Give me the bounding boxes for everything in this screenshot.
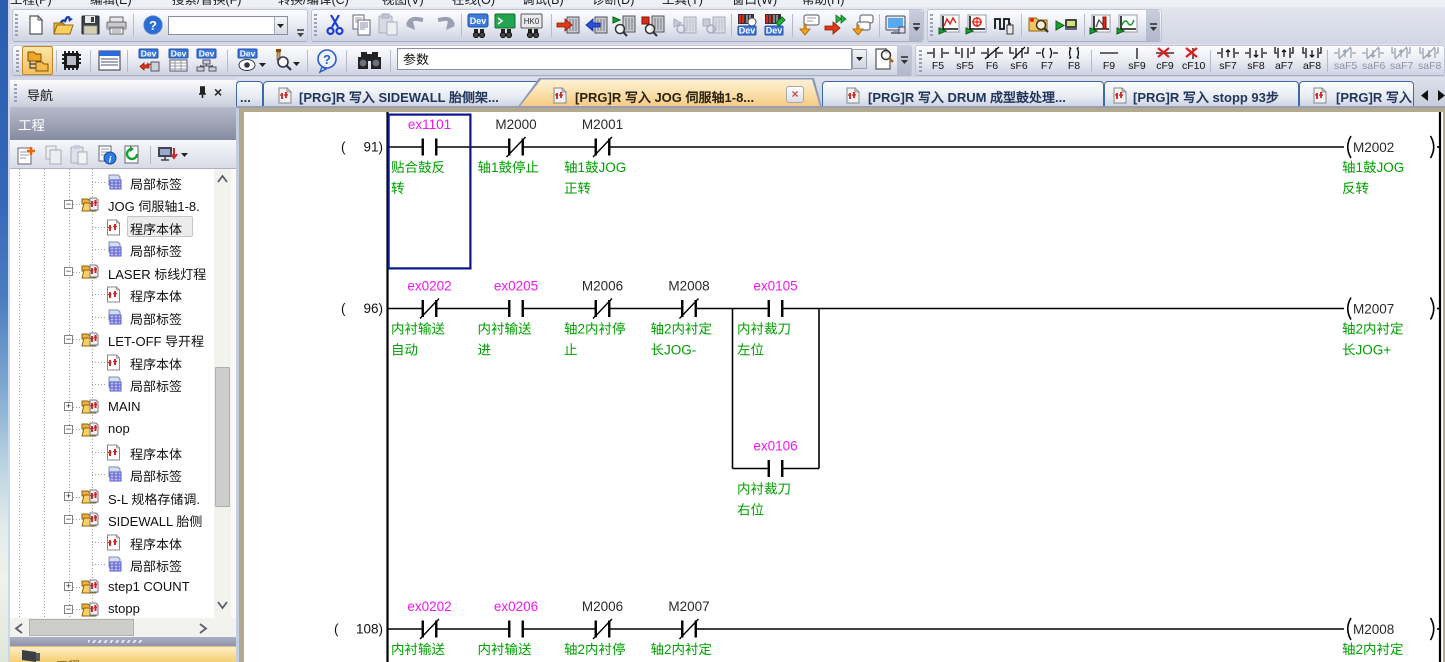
svg-text:内衬输送: 内衬输送 [391, 642, 445, 657]
svg-text:内衬输送: 内衬输送 [478, 322, 532, 337]
svg-text:M2008: M2008 [1353, 622, 1394, 637]
svg-text:轴2内衬定: 轴2内衬定 [1342, 642, 1404, 657]
svg-text:内衬裁刀: 内衬裁刀 [737, 322, 791, 337]
svg-text:M2008: M2008 [668, 279, 709, 294]
svg-text:进: 进 [478, 343, 492, 358]
svg-text:M2002: M2002 [1353, 140, 1394, 155]
svg-text:自动: 自动 [391, 343, 418, 358]
svg-text:108): 108) [356, 622, 383, 637]
svg-text:(: ( [334, 622, 339, 637]
svg-text:轴2内衬定: 轴2内衬定 [651, 322, 713, 337]
svg-text:M2001: M2001 [582, 117, 623, 132]
svg-text:M2006: M2006 [582, 599, 623, 614]
svg-text:反转: 反转 [1342, 181, 1369, 196]
svg-text:Dev: Dev [739, 26, 756, 36]
svg-text:轴1鼓JOG: 轴1鼓JOG [564, 160, 626, 175]
svg-text:ex0105: ex0105 [753, 279, 797, 294]
svg-text:Dev: Dev [199, 49, 215, 59]
svg-text:长JOG+: 长JOG+ [1342, 343, 1391, 358]
svg-text:(: ( [341, 140, 346, 155]
svg-text:ex0106: ex0106 [753, 439, 797, 454]
svg-text:96): 96) [363, 301, 383, 316]
svg-text:ex0206: ex0206 [494, 599, 538, 614]
svg-text:ex1101: ex1101 [408, 117, 451, 132]
svg-text:轴2内衬停: 轴2内衬停 [564, 642, 626, 657]
svg-text:轴1鼓JOG: 轴1鼓JOG [1342, 160, 1404, 175]
svg-text:Dev: Dev [141, 49, 157, 59]
svg-text:ex0202: ex0202 [407, 279, 451, 294]
svg-text:HK0: HK0 [524, 17, 540, 26]
svg-text:?: ? [149, 18, 157, 33]
svg-text:Dev: Dev [766, 26, 783, 36]
svg-text:左位: 左位 [737, 343, 764, 358]
svg-text:轴2内衬定: 轴2内衬定 [1342, 322, 1404, 337]
svg-text:Dev: Dev [240, 49, 256, 59]
svg-text:ex0205: ex0205 [494, 279, 538, 294]
svg-text:止: 止 [564, 343, 578, 358]
svg-text:轴2内衬停: 轴2内衬停 [564, 322, 626, 337]
svg-text:轴1鼓停止: 轴1鼓停止 [478, 160, 540, 175]
svg-text:轴2内衬定: 轴2内衬定 [651, 642, 713, 657]
svg-text:Dev: Dev [171, 49, 187, 59]
svg-text:91): 91) [363, 140, 383, 155]
svg-text:Dev: Dev [470, 16, 487, 26]
svg-text:贴合鼓反: 贴合鼓反 [391, 160, 445, 175]
svg-text:内衬输送: 内衬输送 [391, 322, 445, 337]
svg-text:内衬裁刀: 内衬裁刀 [737, 482, 791, 497]
svg-text:右位: 右位 [737, 503, 764, 518]
svg-text:(: ( [341, 301, 346, 316]
svg-text:M2006: M2006 [582, 279, 623, 294]
svg-text:内衬输送: 内衬输送 [478, 642, 532, 657]
svg-text:M2007: M2007 [668, 599, 709, 614]
svg-text:ex0202: ex0202 [407, 599, 451, 614]
svg-text:?: ? [323, 52, 331, 67]
svg-text:长JOG-: 长JOG- [651, 343, 697, 358]
svg-text:正转: 正转 [564, 181, 591, 196]
svg-text:转: 转 [391, 181, 405, 196]
svg-text:M2000: M2000 [495, 117, 536, 132]
svg-text:M2007: M2007 [1353, 302, 1394, 317]
